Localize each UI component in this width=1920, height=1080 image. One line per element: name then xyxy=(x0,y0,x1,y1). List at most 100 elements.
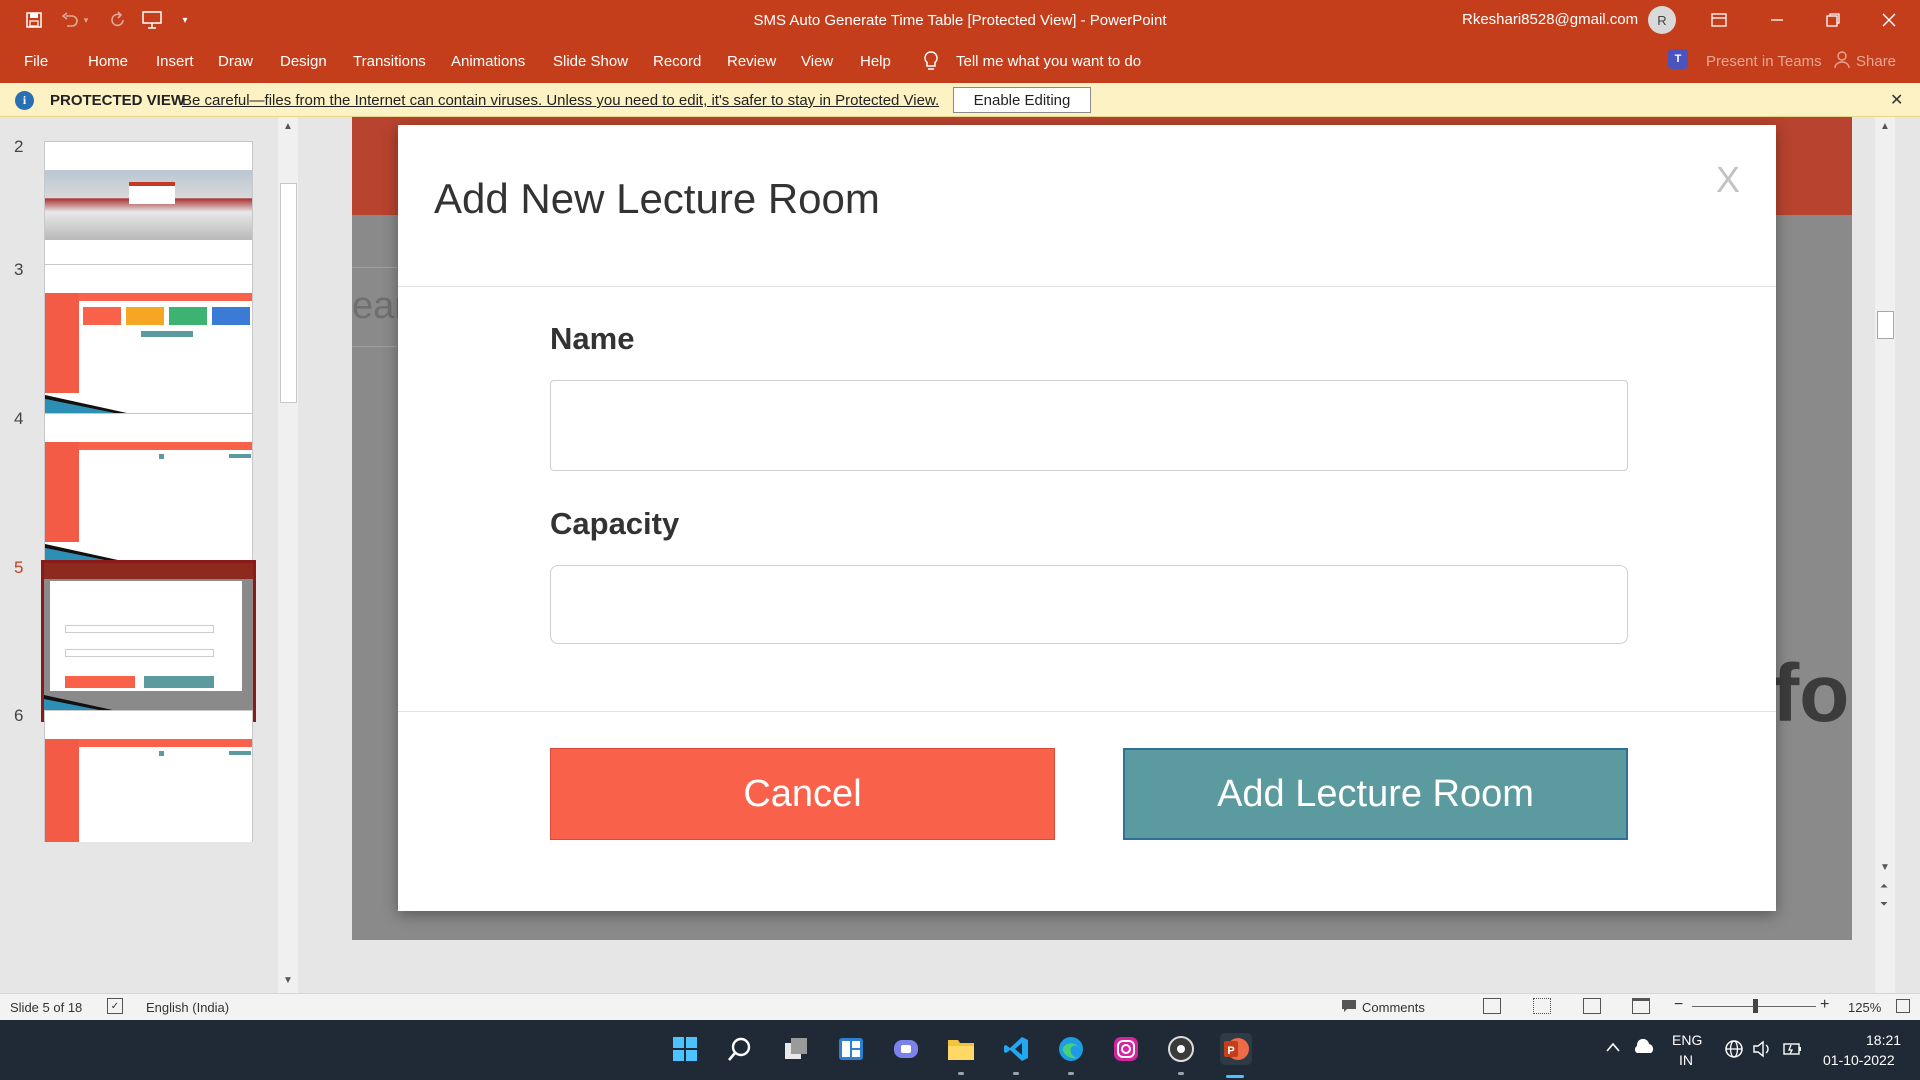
running-indicator xyxy=(1068,1072,1074,1075)
scroll-up-icon[interactable]: ▲ xyxy=(1880,121,1890,132)
normal-view-icon[interactable] xyxy=(1483,998,1501,1014)
vscode-icon[interactable] xyxy=(1000,1033,1032,1065)
thumbnail-sidebar xyxy=(45,293,79,393)
show-hidden-icons-icon[interactable] xyxy=(1605,1040,1621,1058)
protected-view-label: PROTECTED VIEW xyxy=(50,92,186,109)
slide-thumbnail-4[interactable] xyxy=(44,413,253,569)
minimize-icon[interactable] xyxy=(1754,4,1800,36)
restore-icon[interactable] xyxy=(1810,4,1856,36)
teams-chat-icon[interactable] xyxy=(890,1033,922,1065)
tab-review[interactable]: Review xyxy=(727,53,776,70)
add-lecture-room-button[interactable]: Add Lecture Room xyxy=(1123,748,1628,840)
zoom-slider-thumb[interactable] xyxy=(1753,999,1758,1013)
clock-time[interactable]: 18:21 xyxy=(1866,1032,1901,1048)
running-indicator xyxy=(1178,1072,1184,1075)
volume-icon[interactable] xyxy=(1752,1039,1772,1064)
thumbnail-sidebar xyxy=(45,442,79,542)
tab-slide-show[interactable]: Slide Show xyxy=(553,53,628,70)
scroll-down-icon[interactable]: ▼ xyxy=(283,975,293,986)
windows-start-icon[interactable] xyxy=(669,1033,701,1065)
canvas-scrollbar-thumb[interactable] xyxy=(1877,311,1894,339)
windows-taskbar: P ENG IN 18:21 01-10-2022 xyxy=(0,1020,1920,1080)
close-window-icon[interactable] xyxy=(1866,4,1912,36)
thumbnail-card xyxy=(126,307,164,325)
thumbnail-cancel xyxy=(65,676,135,688)
comments-icon[interactable] xyxy=(1341,999,1357,1016)
cancel-button[interactable]: Cancel xyxy=(550,748,1055,840)
slide-thumbnail-6[interactable] xyxy=(44,710,253,842)
previous-slide-icon[interactable]: ⏶ xyxy=(1880,881,1888,892)
thumbnail-sidebar xyxy=(45,739,79,842)
slide-thumbnail-5[interactable] xyxy=(41,560,256,722)
input-region[interactable]: IN xyxy=(1679,1052,1693,1068)
powerpoint-icon[interactable]: P xyxy=(1220,1033,1252,1065)
edge-icon[interactable] xyxy=(1055,1033,1087,1065)
modal-close-icon[interactable]: X xyxy=(1716,159,1740,201)
task-view-icon[interactable] xyxy=(780,1033,812,1065)
zoom-level[interactable]: 125% xyxy=(1848,1000,1881,1015)
scroll-down-icon[interactable]: ▼ xyxy=(1880,862,1890,873)
widgets-icon[interactable] xyxy=(835,1033,867,1065)
current-slide[interactable]: ear fo Add New Lecture Room X Name Capac… xyxy=(352,117,1852,940)
thumbnail-card xyxy=(212,307,250,325)
media-player-icon[interactable] xyxy=(1165,1033,1197,1065)
status-bar: Slide 5 of 18 ✓ English (India) Comments… xyxy=(0,993,1920,1020)
name-label: Name xyxy=(550,321,635,356)
comments-button[interactable]: Comments xyxy=(1362,1000,1425,1015)
running-indicator xyxy=(958,1072,964,1075)
network-icon[interactable] xyxy=(1724,1039,1744,1064)
fit-to-window-icon[interactable] xyxy=(1896,999,1910,1013)
reading-view-icon[interactable] xyxy=(1583,998,1601,1014)
thumbnail-scrollbar-thumb[interactable] xyxy=(280,183,297,403)
protected-view-message-link[interactable]: Be careful—files from the Internet can c… xyxy=(182,92,939,109)
name-field[interactable] xyxy=(550,380,1628,471)
next-slide-icon[interactable]: ⏷ xyxy=(1880,899,1888,910)
tab-insert[interactable]: Insert xyxy=(156,53,194,70)
slide-number: 4 xyxy=(14,409,24,428)
tab-draw[interactable]: Draw xyxy=(218,53,253,70)
onedrive-icon[interactable] xyxy=(1632,1038,1656,1061)
close-icon[interactable]: ✕ xyxy=(1890,90,1903,110)
spelling-check-icon[interactable]: ✓ xyxy=(107,998,123,1014)
search-icon[interactable] xyxy=(724,1033,756,1065)
slideshow-view-icon[interactable] xyxy=(1632,998,1650,1014)
zoom-in-icon[interactable]: + xyxy=(1820,996,1829,1014)
ribbon-display-options-icon[interactable] xyxy=(1696,4,1742,36)
slide-number: 3 xyxy=(14,260,24,279)
thumbnail-add xyxy=(144,676,214,688)
slide-thumbnail-3[interactable] xyxy=(44,264,253,420)
capacity-field[interactable] xyxy=(550,565,1628,644)
slide-sorter-icon[interactable] xyxy=(1533,998,1551,1014)
thumbnail-card xyxy=(169,307,207,325)
thumbnail-card xyxy=(83,307,121,325)
battery-icon[interactable] xyxy=(1782,1040,1804,1063)
share-button[interactable]: Share xyxy=(1856,53,1896,70)
account-email[interactable]: Rkeshari8528@gmail.com xyxy=(1462,11,1638,28)
tab-transitions[interactable]: Transitions xyxy=(353,53,426,70)
zoom-out-icon[interactable]: − xyxy=(1674,996,1683,1014)
thumbnail-header xyxy=(44,563,253,579)
present-in-teams-button[interactable]: Present in Teams xyxy=(1706,53,1822,70)
avatar[interactable]: R xyxy=(1648,6,1676,34)
tab-animations[interactable]: Animations xyxy=(451,53,525,70)
ribbon-tabs: File Home Insert Draw Design Transitions… xyxy=(0,40,1920,83)
tab-file[interactable]: File xyxy=(24,53,48,70)
instagram-icon[interactable] xyxy=(1110,1033,1142,1065)
thumbnail-login-card xyxy=(129,182,175,204)
clock-date[interactable]: 01-10-2022 xyxy=(1823,1052,1895,1068)
tab-home[interactable]: Home xyxy=(88,53,128,70)
thumbnail-button xyxy=(159,454,164,459)
tab-help[interactable]: Help xyxy=(860,53,891,70)
thumbnail-photo xyxy=(45,170,252,240)
tab-view[interactable]: View xyxy=(801,53,833,70)
language-indicator[interactable]: English (India) xyxy=(146,1000,229,1015)
scroll-up-icon[interactable]: ▲ xyxy=(283,121,293,132)
tab-record[interactable]: Record xyxy=(653,53,701,70)
slide-counter: Slide 5 of 18 xyxy=(10,1000,83,1015)
enable-editing-button[interactable]: Enable Editing xyxy=(953,87,1091,113)
running-indicator xyxy=(1013,1072,1019,1075)
file-explorer-icon[interactable] xyxy=(945,1033,977,1065)
input-language[interactable]: ENG xyxy=(1672,1032,1702,1048)
tell-me-search[interactable]: Tell me what you want to do xyxy=(956,53,1141,70)
tab-design[interactable]: Design xyxy=(280,53,327,70)
